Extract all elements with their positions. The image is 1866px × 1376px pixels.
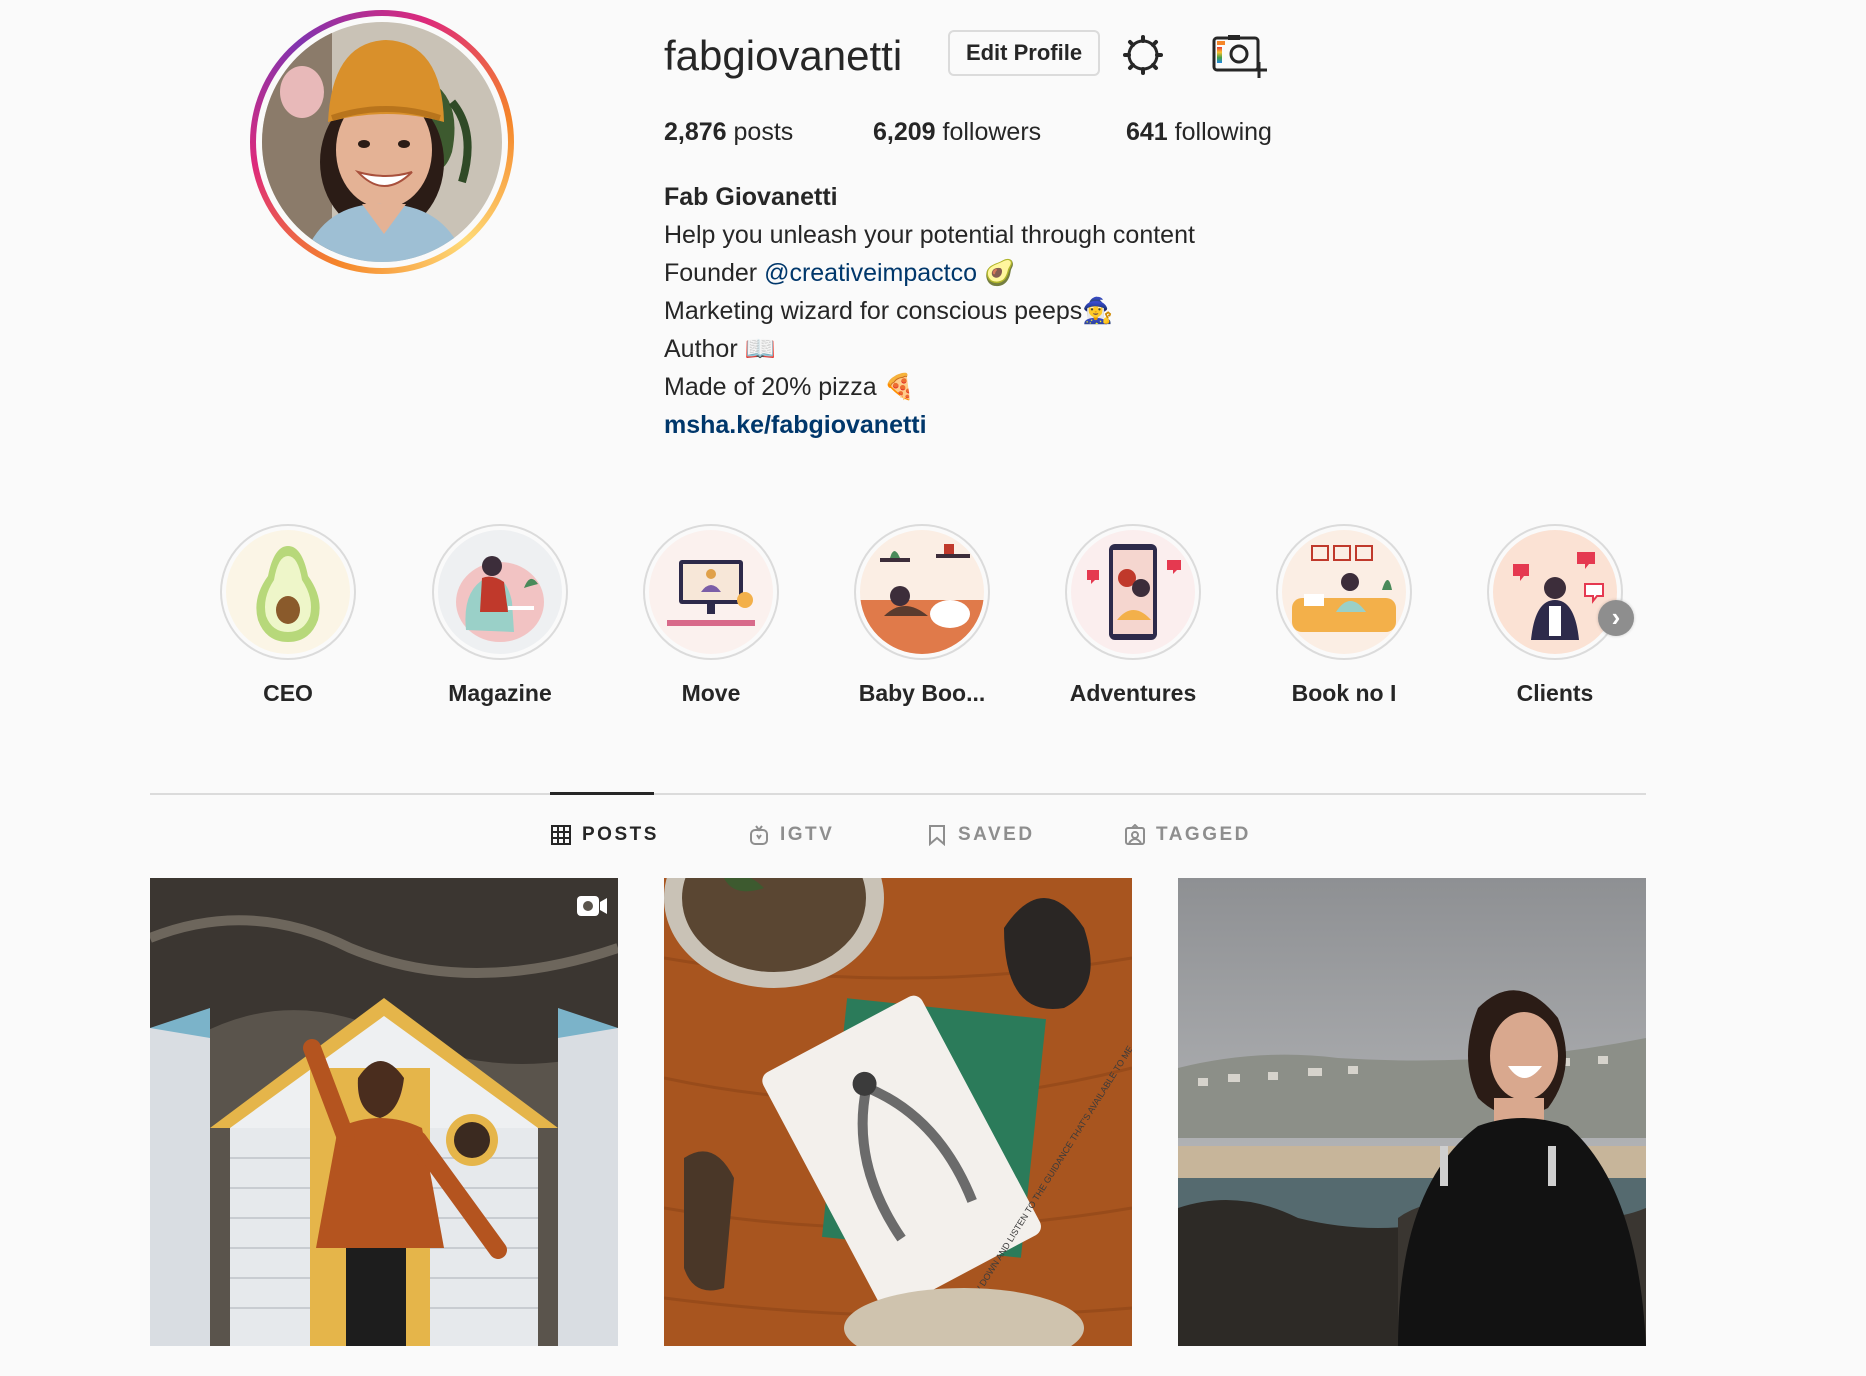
followers-stat-link[interactable]: 6,209 followers (873, 112, 1041, 152)
active-tab-indicator (550, 792, 654, 795)
bio-line-2-emoji: 🥑 (977, 259, 1016, 287)
highlight-label: Adventures (1069, 680, 1197, 706)
following-label: following (1167, 118, 1272, 146)
bio-line-1: Help you unleash your potential through … (664, 221, 1195, 249)
tab-igtv[interactable]: IGTV (748, 818, 834, 852)
highlight-label: Book no I (1291, 680, 1397, 706)
bio-website-link[interactable]: msha.ke/fabgiovanetti (664, 406, 1195, 444)
highlight-book-no-i[interactable]: Book no I (1264, 524, 1424, 707)
posts-count-stat: 2,876 posts (664, 112, 793, 152)
bio-line-2-prefix: Founder (664, 259, 765, 287)
post-tile-3[interactable] (1178, 878, 1646, 1346)
post-photo-beach-hut (150, 878, 618, 1346)
tab-label: SAVED (958, 824, 1035, 845)
tab-saved[interactable]: SAVED (926, 818, 1035, 852)
avocado-illustration-icon (226, 530, 350, 654)
tabs-divider (150, 793, 1646, 795)
yoga-screen-illustration-icon (649, 530, 773, 654)
bio-line-3: Marketing wizard for conscious peeps🧙‍♀️ (664, 297, 1114, 325)
grid-icon (551, 825, 571, 845)
profile-avatar[interactable] (250, 10, 514, 274)
post-tile-2[interactable]: I SLOW DOWN AND LISTEN TO THE GUIDANCE T… (664, 878, 1132, 1346)
following-stat-link[interactable]: 641 following (1126, 112, 1272, 152)
highlight-adventures[interactable]: Adventures (1053, 524, 1213, 707)
sofa-reading-illustration-icon (1282, 530, 1406, 654)
highlight-magazine[interactable]: Magazine (420, 524, 580, 707)
bio-line-4: Author 📖 (664, 335, 776, 363)
social-likes-illustration-icon (1493, 530, 1617, 654)
settings-gear-icon[interactable] (1122, 34, 1164, 76)
followers-count: 6,209 (873, 118, 936, 146)
post-photo-oracle-cards: I SLOW DOWN AND LISTEN TO THE GUIDANCE T… (664, 878, 1132, 1346)
tagged-user-icon (1125, 824, 1145, 845)
following-count: 641 (1126, 118, 1168, 146)
highlight-baby-boo[interactable]: Baby Boo... (842, 524, 1002, 707)
bio-line-5: Made of 20% pizza 🍕 (664, 373, 915, 401)
avatar-photo (262, 22, 502, 262)
igtv-icon (750, 825, 768, 845)
highlight-label: Move (681, 680, 741, 706)
highlight-label: Clients (1516, 680, 1594, 706)
profile-bio: Fab Giovanetti Help you unleash your pot… (664, 178, 1195, 444)
tab-label: IGTV (780, 824, 835, 845)
phone-selfie-illustration-icon (1071, 530, 1195, 654)
bio-mention-link[interactable]: @creativeimpactco (764, 259, 977, 287)
highlight-ceo[interactable]: CEO (208, 524, 368, 707)
tab-posts[interactable]: POSTS (550, 818, 659, 852)
profile-username: fabgiovanetti (664, 32, 903, 79)
highlight-label: Baby Boo... (858, 680, 986, 706)
reading-chair-illustration-icon (438, 530, 562, 654)
tab-tagged[interactable]: TAGGED (1124, 818, 1251, 852)
highlights-next-chevron-icon[interactable]: › (1598, 600, 1634, 636)
posts-label: posts (726, 118, 794, 146)
edit-profile-button[interactable]: Edit Profile (948, 30, 1100, 76)
tab-label: POSTS (582, 824, 659, 845)
profile-full-name: Fab Giovanetti (664, 183, 838, 211)
add-photo-camera-icon[interactable] (1212, 32, 1270, 80)
followers-label: followers (935, 118, 1042, 146)
highlight-label: Magazine (448, 680, 552, 706)
bookmark-icon (929, 825, 945, 846)
highlight-move[interactable]: Move (631, 524, 791, 707)
posts-count: 2,876 (664, 118, 727, 146)
highlight-label: CEO (263, 680, 313, 706)
couch-lounge-illustration-icon (860, 530, 984, 654)
tab-label: TAGGED (1156, 824, 1251, 845)
post-photo-coast-laughing (1178, 878, 1646, 1346)
post-tile-1[interactable] (150, 878, 618, 1346)
bio-line-2: Founder @creativeimpactco 🥑 (664, 254, 1195, 292)
video-icon (577, 896, 607, 916)
